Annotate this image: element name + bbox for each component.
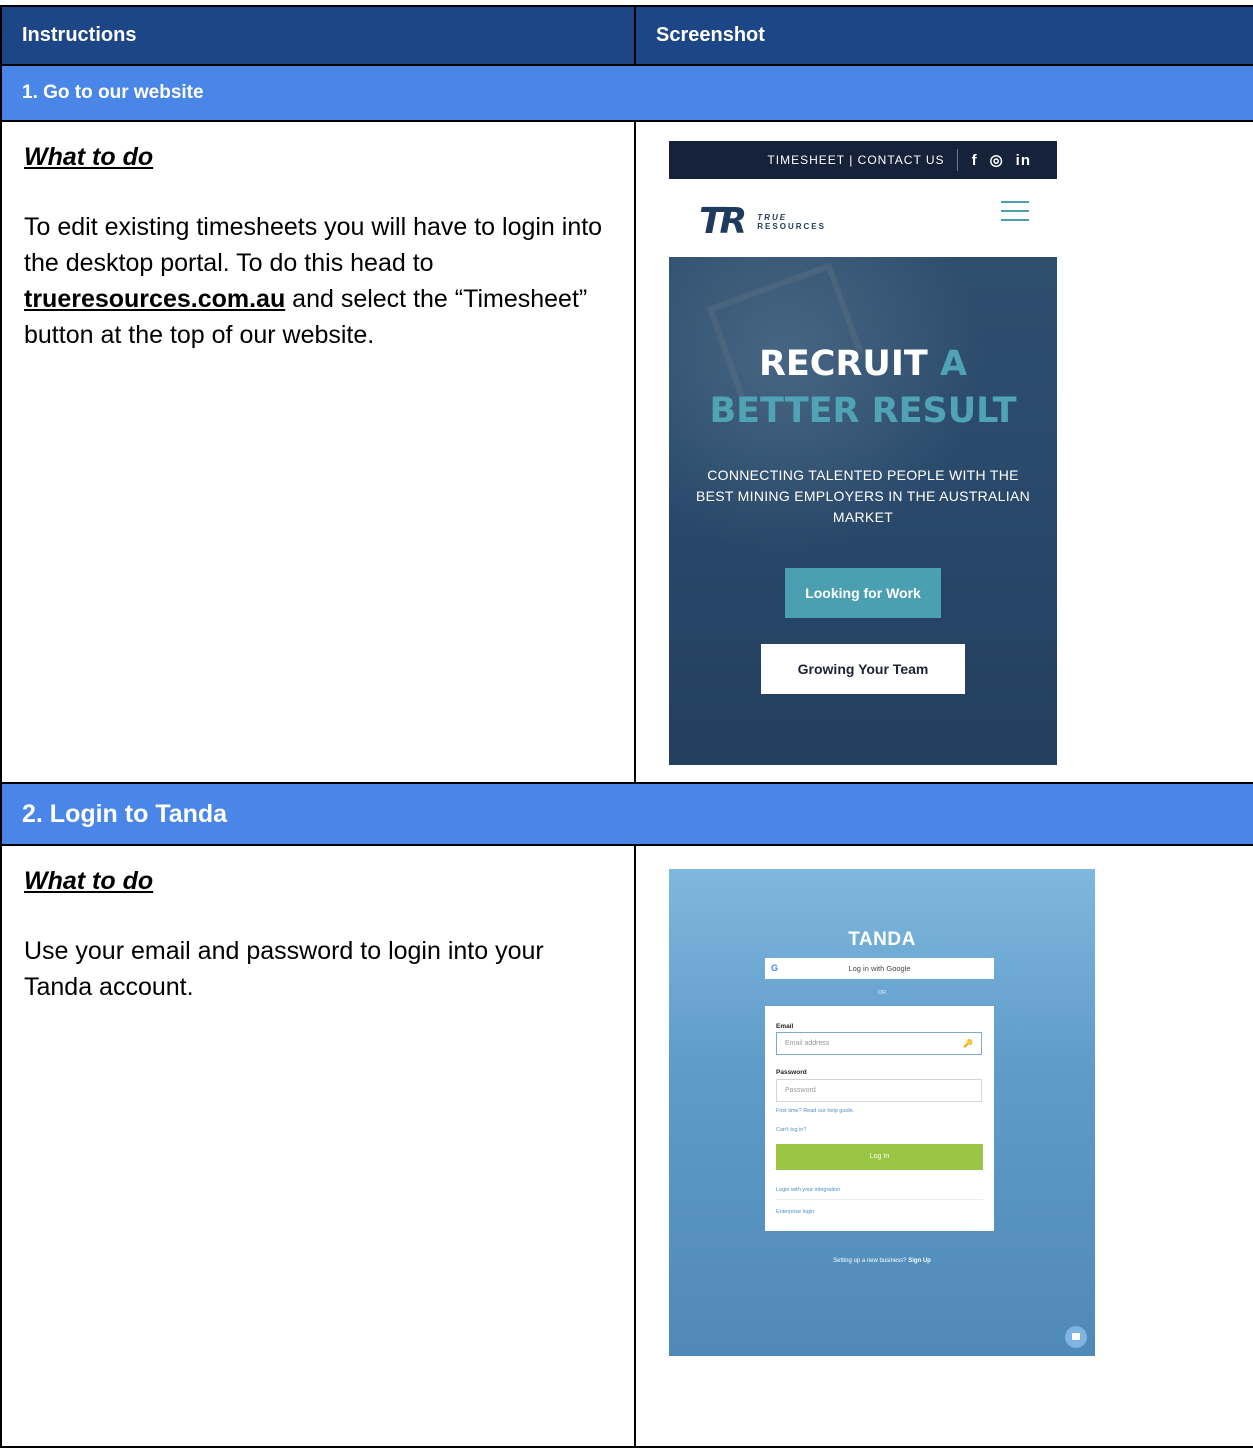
table-header-row: Instructions Screenshot <box>0 5 1253 66</box>
hero-heading: RECRUIT A BETTER RESULT <box>669 341 1057 435</box>
website-screenshot: TIMESHEET | CONTACT US f ◎ in TR TRUE RE… <box>669 141 1057 765</box>
step-1-instructions-cell: What to do To edit existing timesheets y… <box>0 120 636 784</box>
what-to-do-heading: What to do <box>24 867 154 895</box>
email-label: Email <box>776 1023 794 1030</box>
top-bar: TIMESHEET | CONTACT US f ◎ in <box>669 141 1057 179</box>
tanda-logo: TANDA <box>848 929 916 950</box>
help-guide-link[interactable]: First time? Read our help guide. <box>776 1108 854 1114</box>
google-login-label: Log in with Google <box>848 964 911 973</box>
looking-for-work-button[interactable]: Looking for Work <box>785 568 941 618</box>
integration-login-link[interactable]: Login with your integration <box>776 1187 840 1193</box>
hero-heading-line-2: BETTER RESULT <box>709 391 1017 431</box>
hamburger-menu-icon[interactable] <box>1001 201 1029 228</box>
hero-heading-teal-a: A <box>939 344 968 384</box>
website-link[interactable]: trueresources.com.au <box>24 285 285 313</box>
chat-icon[interactable] <box>1065 1326 1087 1348</box>
section-title-2: 2. Login to Tanda <box>0 782 1253 846</box>
or-divider: OR <box>877 990 887 996</box>
section-title-1: 1. Go to our website <box>0 64 1253 122</box>
login-card: Email Email address 🔑 Password Password … <box>765 1006 994 1231</box>
logo-name: TRUE RESOURCES <box>757 213 826 231</box>
header-screenshot: Screenshot <box>634 5 1253 66</box>
google-icon: G <box>771 963 779 973</box>
instagram-icon[interactable]: ◎ <box>990 151 1004 169</box>
password-placeholder: Password <box>785 1087 816 1094</box>
email-placeholder: Email address <box>785 1040 830 1047</box>
hero-heading-white: RECRUIT <box>758 344 928 384</box>
site-header: TR TRUE RESOURCES <box>669 179 1057 257</box>
google-login-button[interactable]: G Log in with Google <box>765 958 994 979</box>
linkedin-icon[interactable]: in <box>1016 152 1031 169</box>
password-label: Password <box>776 1069 807 1076</box>
growing-your-team-button[interactable]: Growing Your Team <box>761 644 965 694</box>
what-to-do-heading: What to do <box>24 143 154 171</box>
signup-link[interactable]: Sign Up <box>908 1258 931 1264</box>
hero-banner: RECRUIT A BETTER RESULT CONNECTING TALEN… <box>669 257 1057 765</box>
section-row-2: 2. Login to Tanda <box>0 782 1253 846</box>
signup-text: Setting up a new business? <box>833 1258 907 1264</box>
logo-name-line-1: TRUE <box>757 212 788 222</box>
facebook-icon[interactable]: f <box>972 152 978 169</box>
step-1-text-a: To edit existing timesheets you will hav… <box>24 213 603 277</box>
divider <box>776 1199 983 1200</box>
logo-name-line-2: RESOURCES <box>757 221 826 231</box>
section-row-1: 1. Go to our website <box>0 64 1253 122</box>
document: Instructions Screenshot 1. Go to our web… <box>0 0 1253 1448</box>
header-instructions: Instructions <box>0 5 636 66</box>
step-2-text: Use your email and password to login int… <box>24 937 544 1001</box>
login-button[interactable]: Log In <box>776 1144 983 1170</box>
password-field[interactable]: Password <box>776 1079 982 1102</box>
step-row-1: What to do To edit existing timesheets y… <box>0 120 1253 784</box>
logo-mark: TR <box>699 201 747 242</box>
social-icons: f ◎ in <box>972 151 1031 170</box>
signup-prompt: Setting up a new business? Sign Up <box>669 1258 1095 1264</box>
top-bar-links[interactable]: TIMESHEET | CONTACT US <box>767 149 958 171</box>
password-manager-key-icon[interactable]: 🔑 <box>963 1033 973 1054</box>
hero-subtitle: CONNECTING TALENTED PEOPLE WITH THE BEST… <box>695 467 1031 525</box>
true-resources-logo[interactable]: TR TRUE RESOURCES <box>699 201 826 242</box>
tanda-login-screenshot: TANDA G Log in with Google OR Email Emai… <box>669 869 1095 1356</box>
cant-login-link[interactable]: Can't log in? <box>776 1127 806 1133</box>
enterprise-login-link[interactable]: Enterprise login <box>776 1209 814 1215</box>
email-field[interactable]: Email address 🔑 <box>776 1032 982 1055</box>
step-2-instructions-cell: What to do Use your email and password t… <box>0 844 636 1448</box>
